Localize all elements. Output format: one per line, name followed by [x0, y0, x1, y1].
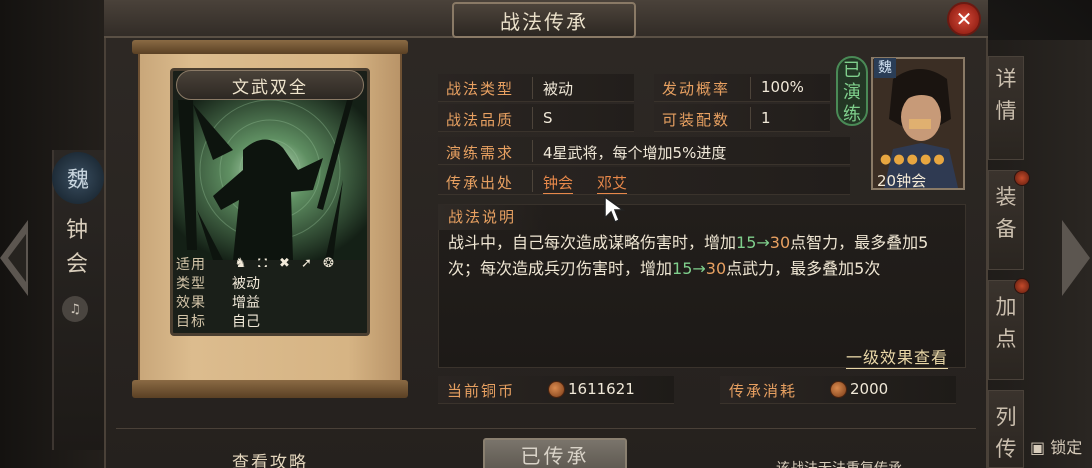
shield-icon: ⛚: [257, 256, 268, 271]
card-row-target: 目标 自己: [176, 311, 364, 330]
spear-icon: ➚: [301, 256, 312, 271]
cost-label: 传承消耗: [729, 382, 798, 400]
card-value: 自己: [232, 313, 260, 330]
card-row-usage: 适用 ♞ ⛚ ✖ ➚ ❂: [176, 254, 364, 273]
description-title: 战法说明: [448, 208, 517, 226]
divider: [532, 77, 533, 99]
next-arrow-icon[interactable]: [1062, 220, 1090, 296]
source-label: 传承出处: [446, 174, 515, 192]
equip-slots-label: 可装配数: [662, 111, 731, 129]
tab-biography-label: 列传: [995, 405, 1017, 461]
siege-icon: ❂: [323, 256, 334, 271]
mouse-cursor-icon: [604, 196, 626, 224]
skill-art: [173, 100, 367, 260]
scroll-bottom-rod: [132, 380, 408, 398]
tab-points[interactable]: 加点: [988, 280, 1024, 380]
equip-slots-value: 1: [761, 109, 771, 127]
card-key: 适用: [176, 256, 206, 273]
tab-details-label: 详情: [995, 67, 1017, 123]
copper-coin-icon: [830, 381, 847, 398]
description-text: 战斗中，自己每次造成谋略伤害时，增加15→30点智力，最多叠加5次；每次造成兵刃…: [448, 230, 958, 282]
side-hero-name: 钟会: [65, 218, 88, 277]
desc-value-high: 30: [705, 259, 727, 278]
faction-emblem: 魏: [52, 152, 104, 204]
practiced-stamp: 已演练: [836, 56, 868, 126]
portrait-faction-badge: 魏: [874, 58, 896, 78]
desc-value-low: 15: [736, 233, 757, 252]
trigger-rate-label: 发动概率: [662, 80, 731, 98]
desc-value-low: 15: [672, 259, 693, 278]
view-guide-link[interactable]: 查看攻略: [232, 448, 308, 468]
card-value: 被动: [232, 275, 260, 292]
previous-arrow-inner: [8, 234, 26, 282]
card-key: 目标: [176, 313, 206, 330]
skill-card-info: 适用 ♞ ⛚ ✖ ➚ ❂ 类型 被动 效果 增益 目标 自己: [176, 254, 364, 330]
star-rating: ●●●●●: [880, 152, 947, 167]
card-row-effect: 效果 增益: [176, 292, 364, 311]
lock-icon: ▣: [1030, 438, 1046, 457]
divider: [532, 170, 533, 192]
card-key: 效果: [176, 294, 206, 311]
desc-arrow: →: [692, 259, 706, 278]
usage-icons: ♞ ⛚ ✖ ➚ ❂: [232, 255, 337, 272]
card-key: 类型: [176, 275, 206, 292]
tab-details[interactable]: 详情: [988, 56, 1024, 160]
tab-points-label: 加点: [995, 295, 1017, 351]
copper-value: 1611621: [568, 380, 635, 398]
portrait-name: 20钟会: [877, 170, 926, 191]
dialog-title: 战法传承: [452, 2, 636, 38]
skill-name: 文武双全: [176, 70, 364, 100]
card-row-type: 类型 被动: [176, 273, 364, 292]
level-effect-link[interactable]: 一级效果查看: [846, 344, 949, 369]
cavalry-icon: ♞: [234, 256, 247, 271]
divider: [750, 77, 751, 99]
scroll-top-rod: [132, 40, 408, 54]
tab-biography[interactable]: 列传: [988, 390, 1024, 468]
desc-arrow: →: [756, 233, 770, 252]
skill-type-label: 战法类型: [446, 80, 515, 98]
trigger-rate-value: 100%: [761, 78, 804, 96]
skill-quality-label: 战法品质: [446, 111, 515, 129]
hero-level: 20: [877, 172, 897, 190]
source-hero-link[interactable]: 钟会: [543, 172, 574, 194]
divider: [532, 107, 533, 129]
practice-req-value: 4星武将，每个增加5%进度: [543, 144, 727, 162]
lock-label: 锁定: [1050, 438, 1083, 457]
desc-value-high: 30: [769, 233, 791, 252]
bow-icon: ✖: [279, 256, 290, 271]
close-icon[interactable]: ✕: [947, 2, 981, 36]
footer-divider: [116, 428, 976, 429]
card-value: 增益: [232, 294, 260, 311]
inherit-hint: 该战法无法重复传承: [776, 458, 902, 468]
copper-coin-icon: [548, 381, 565, 398]
divider: [750, 107, 751, 129]
copper-label: 当前铜币: [447, 382, 516, 400]
divider: [532, 140, 533, 162]
inherited-button[interactable]: 已传承: [483, 438, 627, 468]
skill-quality-value: S: [543, 109, 553, 127]
cost-value: 2000: [850, 380, 889, 398]
desc-segment: 点武力，最多叠加5次: [726, 259, 881, 278]
notification-dot: [1014, 278, 1030, 294]
notification-dot: [1014, 170, 1030, 186]
skill-type-value: 被动: [543, 80, 574, 98]
hero-name: 钟会: [896, 172, 927, 190]
desc-segment: 战斗中，自己每次造成谋略伤害时，增加: [448, 233, 737, 252]
practice-req-label: 演练需求: [446, 144, 515, 162]
source-hero-link[interactable]: 邓艾: [597, 172, 628, 194]
speaker-icon[interactable]: ♫: [62, 296, 88, 322]
tab-equipment-label: 装备: [995, 185, 1017, 241]
lock-toggle[interactable]: ▣ 锁定: [1030, 434, 1082, 458]
